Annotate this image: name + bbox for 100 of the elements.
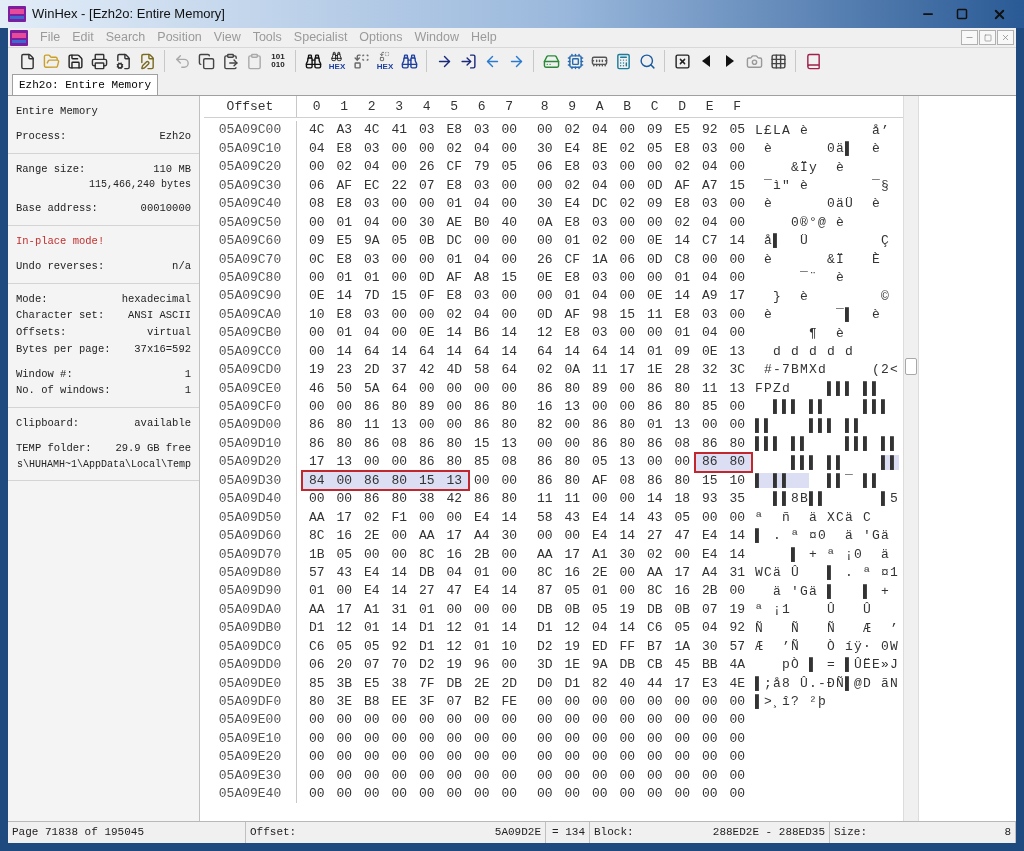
hex-byte: 00	[728, 730, 747, 748]
hex-byte: 00	[390, 306, 409, 324]
hex-byte: 00	[618, 693, 637, 711]
hex-byte: DB	[618, 656, 637, 674]
menu-item[interactable]: File	[40, 28, 61, 47]
hex-byte: 84	[303, 472, 331, 490]
hex-byte: 00	[618, 767, 637, 785]
hex-byte: 03	[472, 177, 491, 195]
hex-byte: E5	[335, 232, 354, 250]
hex-byte: 05	[673, 619, 692, 637]
hex-byte: 00	[445, 601, 464, 619]
offset-cell: 05A09E20	[204, 747, 297, 767]
hex-byte: 00	[500, 767, 519, 785]
hex-byte: 02	[563, 177, 582, 195]
hex-byte: 16	[673, 582, 692, 600]
menu-item[interactable]: Position	[157, 28, 202, 47]
info-label: Mode:	[16, 291, 48, 307]
hex-byte: 0E	[535, 269, 554, 287]
hex-byte: 30	[700, 637, 719, 655]
hex-byte: 00	[390, 269, 409, 287]
menu-item[interactable]: Help	[470, 28, 497, 47]
menu-item[interactable]: Window	[414, 28, 459, 47]
hex-byte: 92	[390, 637, 409, 655]
info-value: 29.9 GB free	[115, 440, 191, 456]
hex-byte: 32	[700, 361, 719, 379]
hex-byte: 00	[417, 379, 436, 397]
hex-byte: 64	[590, 342, 609, 360]
hex-byte: 00	[417, 306, 436, 324]
offset-cell: 05A09E00	[204, 711, 297, 730]
hex-byte: 86	[590, 435, 609, 453]
hex-byte: 13	[728, 379, 747, 397]
offset-cell: 05A09CB0	[204, 323, 297, 343]
hex-byte: 80	[618, 435, 637, 453]
info-label: Process:	[16, 128, 67, 144]
ascii-text: ▌▌▌ ▌▌ ▌▌▌ ▌▌	[755, 435, 900, 453]
hex-byte: BB	[700, 656, 719, 674]
hex-byte: 1B	[307, 545, 326, 563]
offset-cell: 05A09DB0	[204, 618, 297, 638]
hex-byte: 05	[590, 601, 609, 619]
hex-byte: 13	[673, 416, 692, 434]
hex-byte: 80	[500, 398, 519, 416]
hex-byte: 00	[700, 748, 719, 766]
hex-byte: 30	[618, 545, 637, 563]
find-hex-button[interactable]: HEX	[326, 50, 348, 72]
document-tab[interactable]: Ezh2o: Entire Memory	[12, 74, 159, 95]
status-label: Size:	[834, 825, 867, 841]
offset-cell: 05A09CF0	[204, 397, 297, 416]
hex-byte: 41	[390, 121, 409, 139]
hex-byte: 14	[500, 342, 519, 360]
hex-byte: 14	[445, 324, 464, 342]
status-value: 5A09D2E	[494, 825, 541, 841]
hex-byte: 00	[728, 324, 747, 342]
clipboard-icon	[221, 52, 239, 70]
column-header: D	[677, 97, 688, 116]
hex-byte: 00	[700, 767, 719, 785]
hex-byte: 80	[728, 435, 747, 453]
offset-cell: 05A09D70	[204, 545, 297, 564]
hex-byte: 15	[472, 435, 491, 453]
mode-warning: In-place mode!	[16, 234, 106, 249]
hex-byte: 13	[390, 416, 409, 434]
ascii-text: å▌ Ü Ç	[763, 232, 891, 250]
book-icon	[804, 52, 822, 70]
hex-byte: 01	[362, 619, 381, 637]
ascii-text: } è ©	[772, 287, 891, 305]
window-title: WinHex - [Ezh2o: Entire Memory]	[32, 5, 225, 24]
hex-byte: 00	[390, 140, 409, 158]
info-value: available	[134, 416, 191, 431]
hex-byte: 14	[673, 232, 692, 250]
hex-byte: 00	[500, 121, 519, 139]
hex-byte: 00	[618, 582, 637, 600]
replace-hex-button[interactable]: HEX	[374, 50, 396, 72]
binary-button[interactable]: 101 010	[267, 50, 289, 72]
info-value: 00010000	[140, 201, 191, 217]
hex-byte: 02	[445, 140, 464, 158]
hex-byte: 8C	[417, 545, 436, 563]
menu-item[interactable]: Options	[359, 28, 403, 47]
hex-byte: 11	[700, 379, 719, 397]
column-header: F	[732, 97, 743, 116]
menu-item[interactable]: View	[213, 28, 241, 47]
hex-byte: 00	[307, 269, 326, 287]
hex-byte: 18	[673, 490, 692, 508]
menu-item[interactable]: Edit	[72, 28, 94, 47]
scrollbar[interactable]	[903, 96, 919, 821]
hex-byte: 00	[417, 748, 436, 766]
offset-cell: 05A09D30	[204, 471, 297, 490]
menu-item[interactable]: Search	[105, 28, 146, 47]
offset-cell: 05A09C20	[204, 157, 297, 177]
scrollbar-thumb[interactable]	[905, 358, 917, 375]
hex-byte: 00	[390, 453, 409, 471]
hex-byte: 02	[618, 195, 637, 213]
copy-icon	[197, 52, 215, 70]
hex-byte: 05	[500, 158, 519, 176]
menu-item[interactable]: Tools	[252, 28, 282, 47]
info-label: Window #:	[16, 366, 73, 382]
ascii-text: ▌▌8B▌▌ ▌5	[772, 490, 900, 508]
column-header: 1	[339, 97, 350, 116]
hex-byte: 0B	[563, 601, 582, 619]
offset-cell: 05A09DF0	[204, 692, 297, 711]
hex-byte: DB	[417, 564, 436, 582]
menu-item[interactable]: Specialist	[293, 28, 348, 47]
